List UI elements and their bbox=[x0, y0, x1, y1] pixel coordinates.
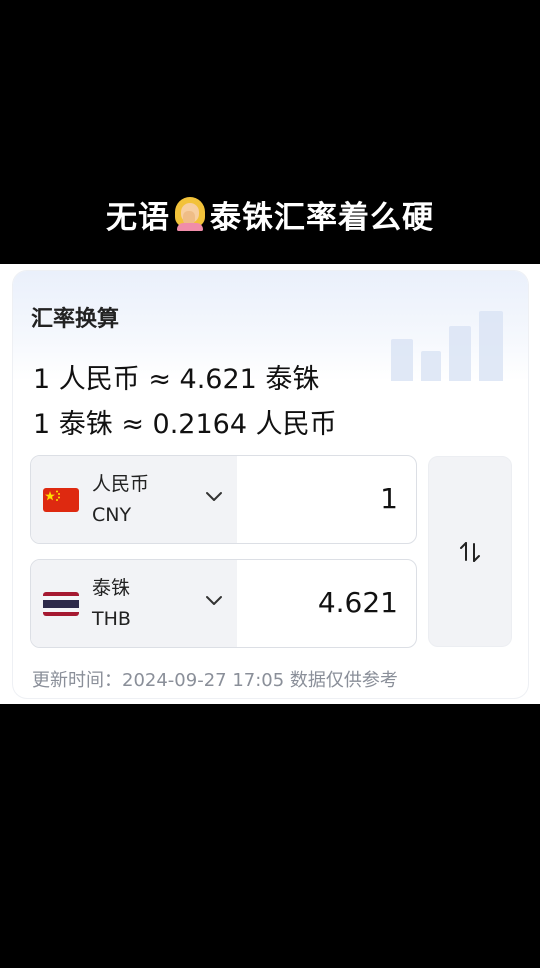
to-amount-input[interactable]: 4.621 bbox=[318, 586, 398, 619]
chevron-down-icon bbox=[206, 596, 222, 605]
swap-currencies-button[interactable] bbox=[428, 456, 512, 647]
facepalm-woman-emoji-icon bbox=[173, 197, 207, 231]
video-caption: 无语 泰铢汇率着么硬 bbox=[0, 190, 540, 238]
to-currency-row: 泰铢 THB 4.621 bbox=[30, 559, 417, 648]
chevron-down-icon bbox=[206, 492, 222, 501]
caption-left-text: 无语 bbox=[106, 199, 170, 236]
rate-line-cny-to-thb: 1 人民币 ≈ 4.621 泰铢 bbox=[33, 364, 320, 395]
exchange-rate-card: 汇率换算 1 人民币 ≈ 4.621 泰铢 1 泰铢 ≈ 0.2164 人民币 … bbox=[13, 271, 528, 698]
swap-arrows-icon bbox=[460, 542, 480, 562]
rate-line-thb-to-cny: 1 泰铢 ≈ 0.2164 人民币 bbox=[33, 409, 337, 440]
thailand-flag-icon bbox=[43, 592, 79, 616]
caption-right-text: 泰铢汇率着么硬 bbox=[210, 199, 434, 236]
from-amount-input[interactable]: 1 bbox=[380, 482, 398, 515]
card-title: 汇率换算 bbox=[31, 307, 120, 332]
to-currency-name: 泰铢 bbox=[92, 577, 131, 599]
from-currency-code: CNY bbox=[92, 504, 132, 526]
to-currency-selector[interactable]: 泰铢 THB bbox=[31, 560, 237, 647]
to-currency-code: THB bbox=[92, 608, 131, 630]
from-currency-name: 人民币 bbox=[92, 473, 150, 495]
from-currency-row: 人民币 CNY 1 bbox=[30, 455, 417, 544]
from-currency-selector[interactable]: 人民币 CNY bbox=[31, 456, 237, 543]
china-flag-icon bbox=[43, 488, 79, 512]
update-time-note: 更新时间：2024-09-27 17:05 数据仅供参考 bbox=[32, 670, 398, 691]
converter-panel: 汇率换算 1 人民币 ≈ 4.621 泰铢 1 泰铢 ≈ 0.2164 人民币 … bbox=[0, 264, 540, 704]
